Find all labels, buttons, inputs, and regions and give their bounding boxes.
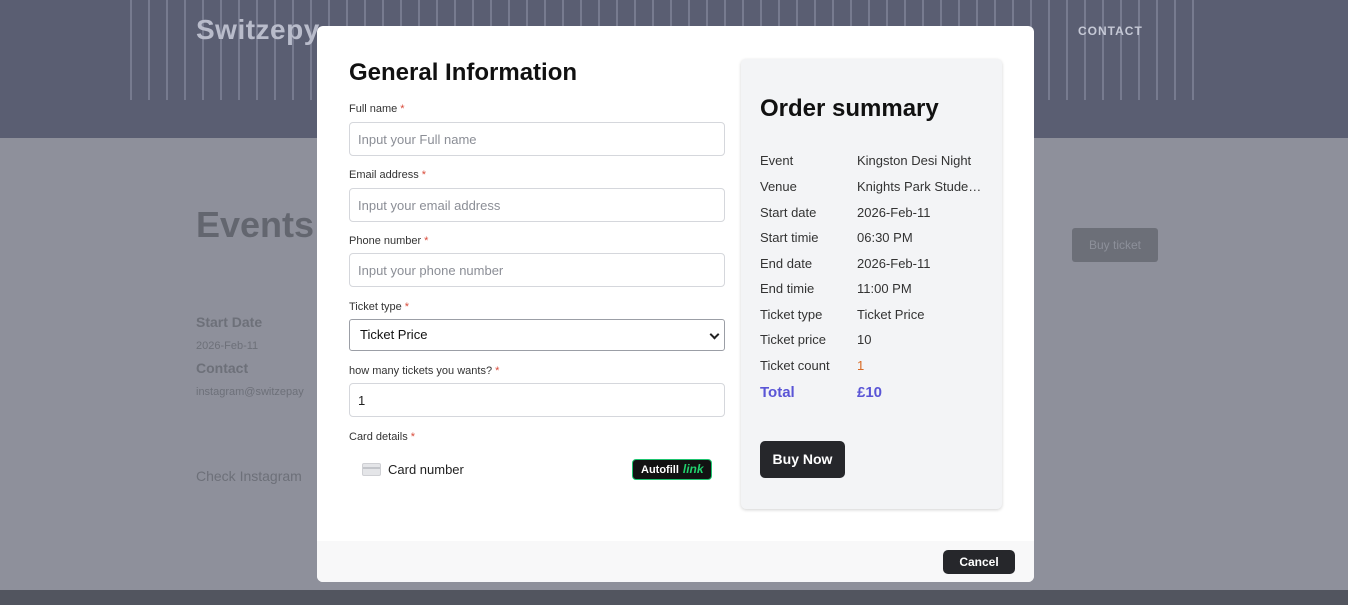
card-number-placeholder: Card number [388,462,464,477]
email-input[interactable] [349,188,725,222]
ticket-type-selected: Ticket Price [360,327,428,342]
full-name-input[interactable] [349,122,725,156]
phone-input[interactable] [349,253,725,287]
card-details-label: Card details * [349,431,415,443]
nav-contact-link: CONTACT [1078,24,1143,38]
background-start-date-label: Start Date [196,314,263,330]
ticket-type-select[interactable]: Ticket Price [349,319,725,351]
ticket-count-label: how many tickets you wants? * [349,365,500,377]
ticket-count-input[interactable] [349,383,725,417]
total-label: Total [760,384,795,401]
credit-card-icon [362,463,381,476]
summary-key: End timie [760,281,815,296]
chevron-down-icon [709,329,720,340]
background-contact-value: instagram@switzepay [196,386,304,398]
summary-value: Ticket Price [857,307,925,322]
total-value: £10 [857,384,883,401]
summary-value: 1 [857,358,865,373]
ticket-type-label: Ticket type * [349,301,410,313]
summary-key: Start date [760,205,817,220]
phone-label: Phone number * [349,235,429,247]
background-footer [0,590,1348,605]
summary-value: 2026-Feb-11 [857,205,931,220]
summary-key: Start timie [760,230,819,245]
autofill-label: Autofill [641,464,679,476]
order-summary-title: Order summary [760,95,939,122]
summary-key: Ticket type [760,307,823,322]
summary-value: Knights Park Student... [857,179,987,194]
summary-value: 2026-Feb-11 [857,256,931,271]
summary-key: Venue [760,179,797,194]
cancel-button[interactable]: Cancel [943,550,1015,574]
email-label: Email address * [349,169,426,181]
full-name-label: Full name * [349,103,405,115]
link-logo: link [682,462,704,476]
background-page-title: Events [196,204,315,245]
background-start-date-value: 2026-Feb-11 [196,340,259,352]
summary-key: Event [760,153,794,168]
summary-value: Kingston Desi Night [857,153,972,168]
summary-key: End date [760,256,813,271]
summary-value: 10 [857,332,872,347]
summary-value: 06:30 PM [857,230,913,245]
background-check-text: Check Instagram [196,468,302,484]
buy-now-button[interactable]: Buy Now [760,441,845,478]
background-contact-label: Contact [196,360,249,376]
site-logo: Switzepy [196,14,320,45]
background-buy-button: Buy ticket [1072,228,1158,262]
order-summary-panel: Order summary Event Kingston Desi Night … [741,59,1002,509]
autofill-link-button[interactable]: Autofill link [632,459,712,480]
checkout-modal: General Information Full name* Email add… [317,26,1034,582]
summary-key: Ticket count [760,358,830,373]
form-title: General Information [349,59,578,86]
summary-value: 11:00 PM [857,281,912,296]
summary-key: Ticket price [760,332,826,347]
modal-footer: Cancel [317,541,1034,582]
card-number-field[interactable]: Card number Autofill link [349,454,725,484]
